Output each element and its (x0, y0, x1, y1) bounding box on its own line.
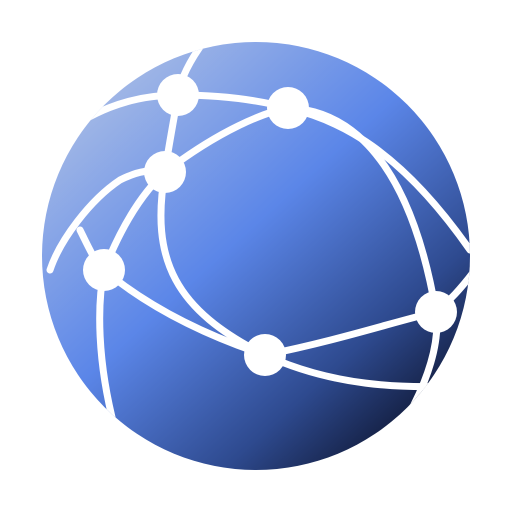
app-icon (0, 0, 512, 512)
network-node (267, 87, 309, 129)
network-globe-icon (42, 42, 470, 470)
network-node (144, 151, 186, 193)
network-node (415, 291, 457, 333)
network-node (83, 249, 125, 291)
network-node (244, 334, 286, 376)
network-node (157, 74, 199, 116)
